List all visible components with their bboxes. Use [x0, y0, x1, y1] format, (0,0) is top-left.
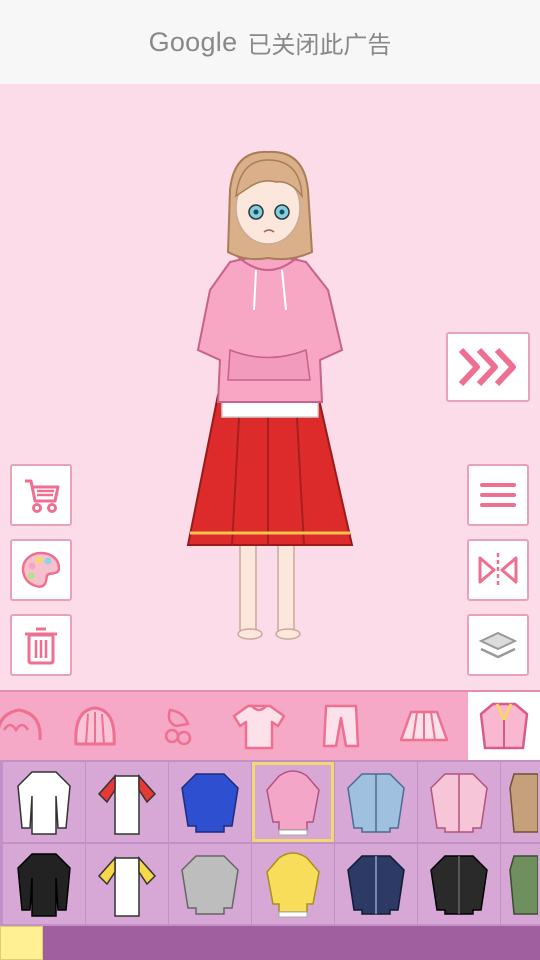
item-yellow-hoodie[interactable]	[252, 844, 334, 924]
jacket-item-icon	[430, 773, 488, 833]
item-light-denim-jacket[interactable]	[335, 762, 417, 842]
category-tshirt[interactable]	[220, 692, 298, 760]
delete-button[interactable]	[10, 614, 72, 676]
denim-jacket-icon	[347, 773, 405, 833]
longsleeve-icon	[17, 771, 71, 835]
coat-icon	[508, 773, 538, 833]
ad-banner[interactable]: Google 已关闭此广告	[0, 0, 540, 84]
item-tan-coat[interactable]	[501, 762, 540, 842]
category-hair-front[interactable]	[0, 692, 58, 760]
sweatshirt-icon	[181, 855, 239, 915]
dressup-stage	[0, 84, 540, 690]
longsleeve-icon	[17, 853, 71, 917]
layers-button[interactable]	[467, 614, 529, 676]
item-pink-hoodie[interactable]	[252, 762, 334, 842]
flip-button[interactable]	[467, 539, 529, 601]
item-black-longsleeve[interactable]	[3, 844, 85, 924]
hair-icon	[0, 708, 42, 741]
next-button[interactable]	[446, 332, 530, 402]
item-green-jacket[interactable]	[501, 844, 540, 924]
category-hair-back[interactable]	[56, 692, 134, 760]
pants-icon	[322, 704, 360, 748]
hair-back-icon	[74, 706, 116, 746]
item-blue-sweatshirt[interactable]	[169, 762, 251, 842]
category-bar	[0, 690, 540, 760]
tshirt-icon	[232, 704, 286, 750]
trash-icon	[25, 627, 57, 665]
page-tab-selected[interactable]	[0, 926, 43, 960]
menu-button[interactable]	[467, 464, 529, 526]
item-gray-sweatshirt[interactable]	[169, 844, 251, 924]
jacket-item-icon	[508, 855, 538, 915]
palette-icon	[21, 551, 61, 588]
jacket-item-icon	[430, 855, 488, 915]
layers-icon	[478, 631, 518, 659]
palette-button[interactable]	[10, 539, 72, 601]
ad-message: 已关闭此广告	[247, 30, 392, 59]
category-jacket[interactable]	[468, 692, 540, 760]
hoodie-icon	[266, 852, 320, 918]
item-dark-denim-jacket[interactable]	[335, 844, 417, 924]
jacket-icon	[479, 702, 529, 750]
bottom-bar	[0, 926, 540, 960]
item-pink-jacket[interactable]	[418, 762, 500, 842]
denim-jacket-icon	[347, 855, 405, 915]
category-pants[interactable]	[302, 692, 380, 760]
item-raglan-yellow[interactable]	[86, 844, 168, 924]
hamburger-icon	[480, 483, 516, 507]
sweatshirt-icon	[181, 773, 239, 833]
category-accessory[interactable]	[140, 692, 218, 760]
skirt-icon	[399, 710, 449, 742]
cart-icon	[25, 479, 60, 513]
hoodie-icon	[266, 770, 320, 836]
bow-icon	[164, 708, 192, 746]
flip-icon	[478, 553, 518, 587]
triple-chevron-right-icon	[458, 347, 516, 387]
raglan-icon	[97, 774, 157, 835]
ad-brand: Google	[148, 26, 238, 57]
shop-button[interactable]	[10, 464, 72, 526]
raglan-icon	[97, 856, 157, 917]
item-black-jacket[interactable]	[418, 844, 500, 924]
items-grid	[0, 760, 540, 926]
item-white-longsleeve[interactable]	[3, 762, 85, 842]
item-raglan-red[interactable]	[86, 762, 168, 842]
category-skirt[interactable]	[385, 692, 463, 760]
